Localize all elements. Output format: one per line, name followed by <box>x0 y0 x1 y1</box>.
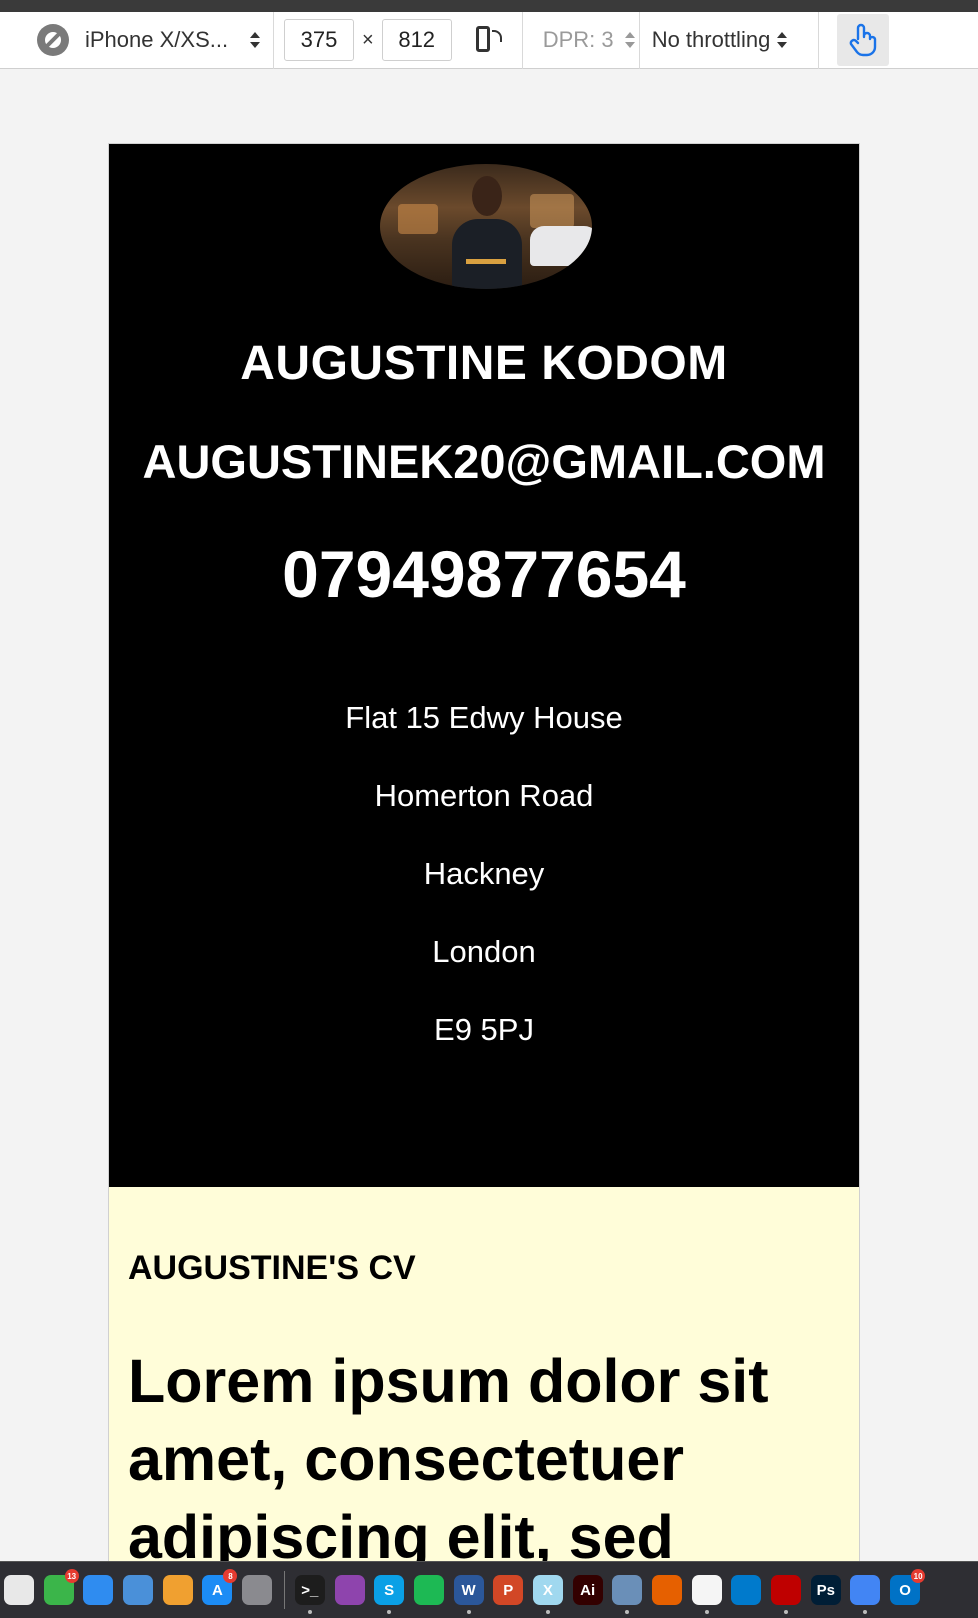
profile-email: AUGUSTINEK20@GMAIL.COM <box>142 435 826 488</box>
outlook-icon[interactable]: O 10 <box>890 1569 926 1605</box>
vscode-icon[interactable] <box>731 1575 762 1605</box>
facetime-icon[interactable]: 13 <box>43 1569 79 1605</box>
touch-pointer-icon <box>849 23 876 57</box>
firefox-icon[interactable] <box>652 1575 682 1605</box>
textedit-icon[interactable] <box>691 1575 722 1614</box>
header-section: AUGUSTINE KODOM AUGUSTINEK20@GMAIL.COM 0… <box>109 144 859 1187</box>
chevron-updown-icon <box>249 31 261 49</box>
cv-title: AUGUSTINE'S CV <box>128 1249 416 1287</box>
address-line: E9 5PJ <box>434 1012 534 1047</box>
running-indicator <box>466 1610 471 1614</box>
running-indicator <box>307 1610 312 1614</box>
profile-photo <box>380 164 592 289</box>
running-indicator <box>387 1610 392 1614</box>
toolbar-divider <box>638 11 640 69</box>
numbers-icon[interactable] <box>83 1575 114 1605</box>
app-store-icon[interactable]: A8 <box>202 1569 238 1605</box>
touch-toggle-button[interactable] <box>836 14 889 66</box>
throttling-label: No throttling <box>651 27 771 52</box>
dpr-selector[interactable]: DPR: 3 <box>543 27 639 53</box>
cv-section: AUGUSTINE'S CV Lorem ipsum dolor sit ame… <box>109 1187 859 1561</box>
podcasts-icon[interactable] <box>334 1575 365 1605</box>
xcode-icon[interactable]: X <box>532 1575 563 1614</box>
address-block: Flat 15 Edwy House Homerton Road Hackney… <box>109 700 859 1090</box>
throttling-selector[interactable]: No throttling <box>652 27 818 53</box>
skype-icon[interactable]: S <box>374 1575 405 1614</box>
address-line: London <box>432 934 536 969</box>
news-icon[interactable] <box>4 1575 34 1605</box>
spotify-icon[interactable] <box>413 1575 444 1605</box>
address-line: Hackney <box>423 856 545 891</box>
photoshop-icon[interactable]: Ps <box>810 1575 841 1605</box>
running-indicator <box>545 1610 550 1614</box>
dimension-separator: × <box>362 28 374 51</box>
illustrator-icon[interactable]: Ai <box>572 1575 603 1605</box>
profile-name: AUGUSTINE KODOM <box>240 337 728 390</box>
dpr-label: DPR: 3 <box>542 27 614 52</box>
chevron-updown-icon <box>776 31 788 49</box>
device-selector[interactable]: iPhone X/XS... <box>0 12 261 68</box>
running-indicator <box>784 1610 789 1614</box>
powerpoint-icon[interactable]: P <box>493 1575 524 1605</box>
width-input[interactable]: 375 <box>284 19 354 61</box>
running-indicator <box>625 1610 630 1614</box>
cv-heading: Lorem ipsum dolor sit amet, consectetuer… <box>128 1347 769 1561</box>
keynote-icon[interactable] <box>123 1575 154 1605</box>
window-top-strip <box>0 0 978 12</box>
address-line: Flat 15 Edwy House <box>345 700 623 735</box>
terminal-icon[interactable]: >_ <box>294 1575 325 1614</box>
compass-icon <box>37 24 69 56</box>
notification-badge: 10 <box>911 1569 926 1583</box>
toolbar-divider <box>521 11 523 69</box>
rotate-icon[interactable] <box>474 24 502 56</box>
device-name[interactable]: iPhone X/XS... <box>85 27 245 53</box>
chevron-updown-icon <box>624 31 636 49</box>
profile-phone: 07949877654 <box>282 537 686 611</box>
height-input[interactable]: 812 <box>381 19 452 61</box>
address-line: Homerton Road <box>374 778 594 813</box>
macos-dock: 13 A 8 >_ S W P X Ai Ps O 10 <box>0 1561 978 1618</box>
chrome-icon[interactable] <box>850 1575 881 1614</box>
notification-badge: 8 <box>223 1569 238 1583</box>
pages-icon[interactable] <box>162 1575 193 1605</box>
emulated-viewport: AUGUSTINE KODOM AUGUSTINEK20@GMAIL.COM 0… <box>108 143 860 1561</box>
preview-icon[interactable] <box>612 1575 643 1614</box>
word-icon[interactable]: W <box>453 1575 484 1614</box>
running-indicator <box>704 1610 709 1614</box>
system-preferences-icon[interactable] <box>242 1575 273 1605</box>
device-toolbar: iPhone X/XS... 375 × 812 DPR: 3 No throt… <box>0 11 978 69</box>
dock-separator <box>283 1571 285 1609</box>
toolbar-divider <box>273 11 274 69</box>
toolbar-divider <box>817 11 819 69</box>
notification-badge: 13 <box>64 1569 79 1583</box>
running-indicator <box>863 1610 868 1614</box>
filezilla-icon[interactable] <box>771 1575 802 1614</box>
